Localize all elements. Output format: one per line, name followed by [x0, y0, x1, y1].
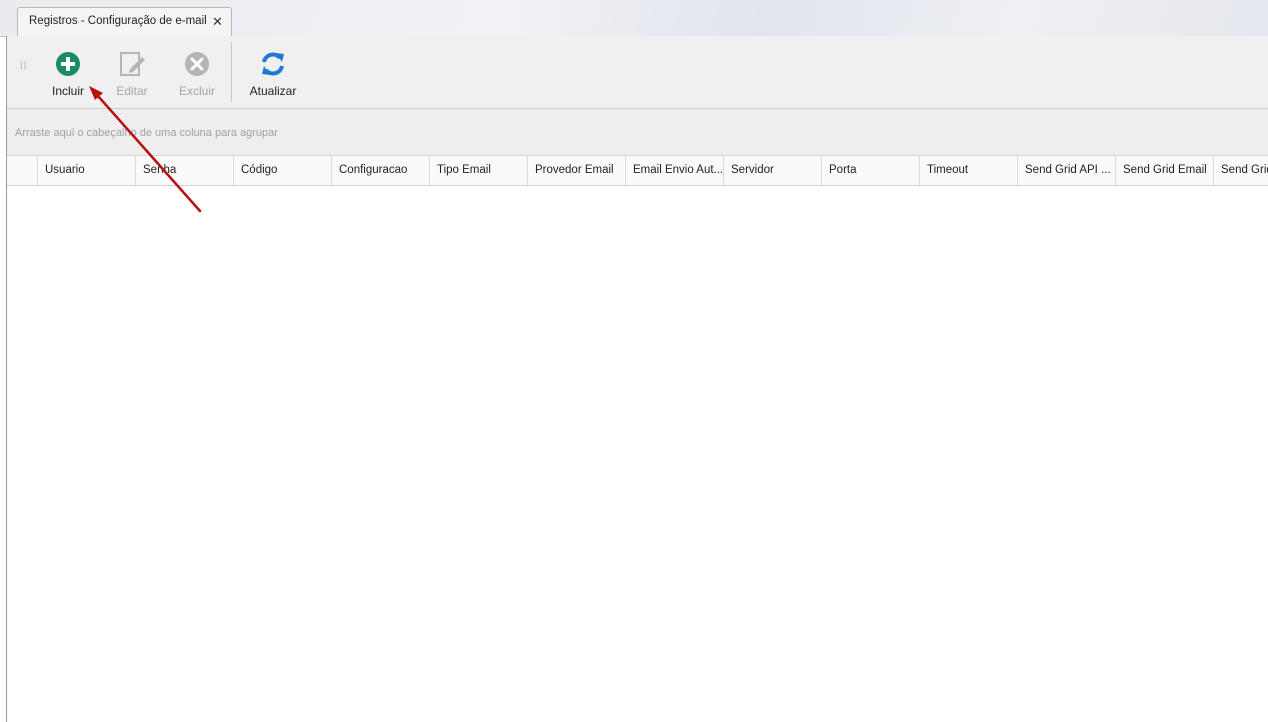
plus-circle-icon: [56, 52, 80, 76]
column-header-send-grid-api[interactable]: Send Grid API ...: [1017, 156, 1115, 185]
toolbar: ⁞⁞ Incluir Editar Excluir Atualizar: [7, 36, 1268, 109]
group-hint: Arraste aqui o cabeçalho de uma coluna p…: [15, 127, 278, 139]
excluir-label: Excluir: [178, 84, 215, 98]
group-panel[interactable]: Arraste aqui o cabeçalho de uma coluna p…: [7, 109, 1268, 156]
column-header-send-grid-email[interactable]: Send Grid Email: [1115, 156, 1213, 185]
tab-title: Registros - Configuração de e-mail: [29, 15, 207, 27]
editar-label: Editar: [116, 84, 148, 98]
column-header-email-envio[interactable]: Email Envio Aut...: [625, 156, 723, 185]
column-header-porta[interactable]: Porta: [821, 156, 919, 185]
atualizar-label: Atualizar: [249, 84, 297, 98]
x-circle-icon: [185, 52, 209, 76]
incluir-button[interactable]: Incluir: [43, 36, 93, 108]
column-header-tipo-email[interactable]: Tipo Email: [429, 156, 527, 185]
column-header-senha[interactable]: Senha: [135, 156, 233, 185]
drag-handle-icon[interactable]: ⁞⁞: [20, 62, 28, 72]
column-header-codigo[interactable]: Código: [233, 156, 331, 185]
column-header-send-grid[interactable]: Send Grid: [1213, 156, 1268, 185]
tab-strip: Registros - Configuração de e-mail ✕: [0, 0, 1268, 37]
atualizar-button[interactable]: Atualizar: [245, 36, 301, 108]
refresh-icon: [262, 52, 284, 76]
edit-icon: [120, 52, 145, 76]
editar-button[interactable]: Editar: [107, 36, 157, 108]
toolbar-separator: [231, 42, 232, 102]
incluir-label: Incluir: [51, 84, 84, 98]
grid-header: Usuario Senha Código Configuracao Tipo E…: [7, 156, 1268, 186]
column-header-usuario[interactable]: Usuario: [37, 156, 135, 185]
excluir-button[interactable]: Excluir: [171, 36, 223, 108]
close-icon[interactable]: ✕: [212, 14, 223, 30]
column-header-configuracao[interactable]: Configuracao: [331, 156, 429, 185]
main-frame: ⁞⁞ Incluir Editar Excluir Atualizar Arra…: [6, 36, 1268, 722]
column-header-servidor[interactable]: Servidor: [723, 156, 821, 185]
column-header-provedor-email[interactable]: Provedor Email: [527, 156, 625, 185]
tab-registros-email[interactable]: Registros - Configuração de e-mail ✕: [17, 7, 232, 36]
row-indicator-header: [7, 156, 37, 185]
column-header-timeout[interactable]: Timeout: [919, 156, 1017, 185]
